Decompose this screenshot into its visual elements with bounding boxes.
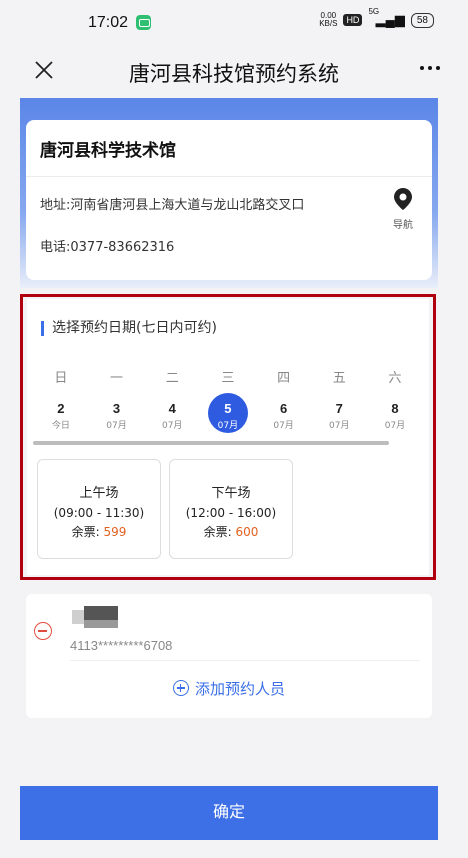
status-bar: 17:02 0.00 KB/S HD 5G ▂▄▆ 58 (0, 0, 468, 48)
add-circle-icon (172, 680, 189, 696)
signal-icon: 5G ▂▄▆ (368, 7, 405, 27)
slot-time: (12:00 - 16:00) (185, 506, 277, 520)
date-row: 2 今日 3 07月 4 07月 5 07月 6 07月 7 07月 8 07月 (33, 393, 423, 439)
date-sub: 07月 (217, 421, 239, 431)
date-day: 4 (168, 401, 176, 416)
weekday-label: 五 (332, 371, 346, 386)
slot-remaining: 余票: 599 (38, 523, 160, 540)
date-cell-5-selected[interactable]: 5 07月 (200, 393, 256, 439)
date-day: 5 (224, 401, 232, 416)
visitor-name-redacted (72, 606, 118, 628)
visitor-divider (70, 660, 420, 661)
weekday-label: 一 (110, 371, 124, 386)
date-cell-6[interactable]: 6 07月 (256, 397, 312, 439)
add-visitor-label: 添加预约人员 (194, 680, 285, 698)
confirm-button[interactable]: 确定 (20, 786, 438, 840)
status-indicators: 0.00 KB/S HD 5G ▂▄▆ 58 (319, 7, 434, 28)
weekday-label: 二 (165, 371, 179, 386)
remain-count: 599 (103, 525, 127, 539)
navigation-label: 导航 (393, 220, 413, 231)
venue-info-card: 唐河县科学技术馆 地址:河南省唐河县上海大道与龙山北路交叉口 电话:0377-8… (26, 120, 432, 280)
morning-session-slot[interactable]: 上午场 (09:00 - 11:30) 余票: 599 (37, 459, 161, 559)
weekday-label: 日 (54, 371, 68, 386)
status-time: 17:02 (88, 14, 129, 31)
venue-name: 唐河县科学技术馆 (40, 141, 176, 161)
date-cell-8[interactable]: 8 07月 (367, 397, 423, 439)
net-speed-unit: KB/S (319, 19, 338, 28)
slot-time: (09:00 - 11:30) (53, 506, 145, 520)
remove-circle-icon[interactable] (34, 622, 52, 640)
date-cell-7[interactable]: 7 07月 (311, 397, 367, 439)
date-sub: 07月 (161, 421, 183, 431)
slot-name: 上午场 (79, 486, 119, 501)
date-day: 6 (279, 401, 288, 416)
date-scrollbar[interactable] (33, 441, 389, 445)
date-selection-section: 选择预约日期(七日内可约) 日 一 二 三 四 五 六 2 今日 3 07月 4… (20, 294, 436, 580)
message-app-icon (136, 15, 151, 30)
date-cell-3[interactable]: 3 07月 (89, 397, 145, 439)
visitor-id-number: 4113*********6708 (70, 638, 173, 653)
location-pin-icon (394, 188, 412, 210)
battery-level: 58 (416, 14, 428, 26)
date-card: 选择预约日期(七日内可约) 日 一 二 三 四 五 六 2 今日 3 07月 4… (27, 299, 429, 575)
weekday-row: 日 一 二 三 四 五 六 (33, 367, 423, 386)
date-day: 8 (391, 401, 399, 416)
network-type: 5G (368, 7, 380, 16)
date-day: 2 (57, 401, 65, 416)
remain-count: 600 (235, 525, 259, 539)
card-divider (26, 176, 432, 177)
add-visitor-button[interactable]: 添加预约人员 (26, 678, 432, 699)
date-sub: 07月 (273, 421, 294, 431)
date-sub: 07月 (384, 421, 406, 431)
date-day: 3 (112, 401, 121, 416)
title-bar: 唐河县科技馆预约系统 (0, 48, 468, 98)
weekday-label: 三 (221, 371, 235, 386)
date-section-title: 选择预约日期(七日内可约) (41, 321, 217, 336)
afternoon-session-slot[interactable]: 下午场 (12:00 - 16:00) 余票: 600 (169, 459, 293, 559)
net-speed: 0.00 KB/S (319, 12, 337, 28)
hd-badge: HD (343, 14, 363, 26)
venue-phone[interactable]: 电话:0377-83662316 (40, 236, 174, 255)
weekday-label: 六 (388, 371, 402, 386)
slot-name: 下午场 (211, 486, 251, 501)
date-sub: 07月 (329, 421, 350, 431)
remain-label: 余票: (203, 525, 232, 539)
page-title: 唐河县科技馆预约系统 (129, 62, 339, 86)
remain-label: 余票: (71, 525, 100, 539)
slot-remaining: 余票: 600 (170, 523, 292, 540)
date-sub: 07月 (106, 421, 127, 431)
date-sub: 今日 (51, 421, 70, 431)
battery-icon: 58 (410, 12, 434, 28)
date-day: 7 (335, 401, 343, 416)
weekday-label: 四 (277, 371, 291, 386)
date-cell-2[interactable]: 2 今日 (33, 397, 89, 439)
visitor-card: 4113*********6708 添加预约人员 (26, 594, 432, 718)
navigation-button[interactable]: 导航 (388, 188, 418, 231)
date-cell-4[interactable]: 4 07月 (144, 397, 200, 439)
venue-address: 地址:河南省唐河县上海大道与龙山北路交叉口 (40, 198, 305, 213)
more-icon[interactable] (420, 66, 440, 70)
